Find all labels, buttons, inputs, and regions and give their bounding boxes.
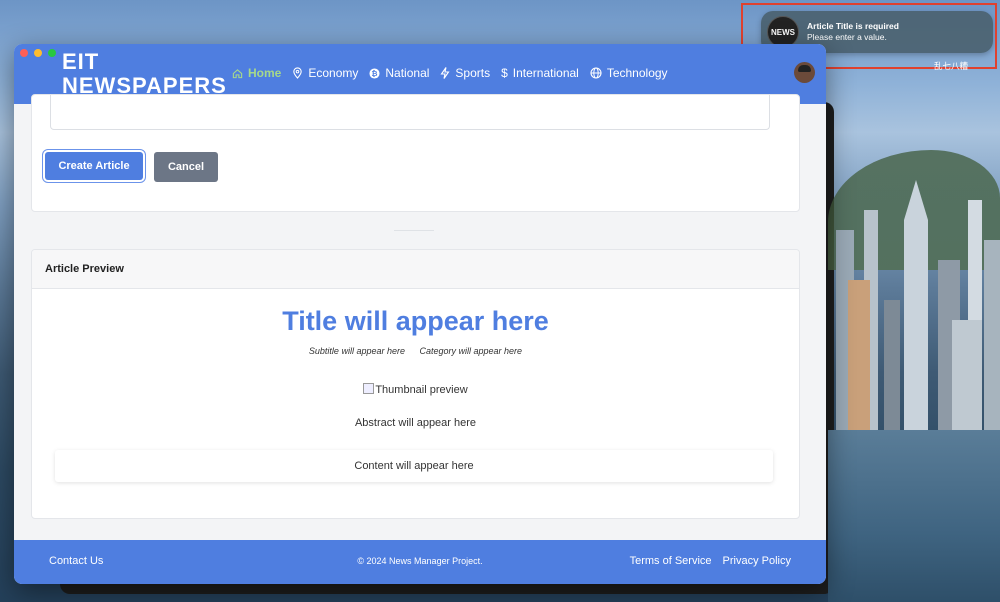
nav-item-international[interactable]: $ International	[501, 66, 579, 80]
content-textarea[interactable]	[50, 95, 770, 130]
nav-item-label: Economy	[308, 66, 359, 80]
brand-logo[interactable]: EIT NEWSPAPERS	[62, 50, 227, 98]
brand-line1: EIT	[62, 49, 100, 74]
footer-links: Terms of Service Privacy Policy	[630, 555, 791, 567]
nav-item-label: Home	[248, 66, 282, 80]
nav-item-national[interactable]: ₿ National	[369, 66, 429, 80]
article-form-card: Create Article Cancel	[31, 94, 800, 212]
desktop-water	[828, 430, 1000, 602]
thumbnail-alt-text: Thumbnail preview	[375, 384, 468, 396]
user-avatar[interactable]	[794, 62, 815, 83]
broken-image-icon	[363, 383, 375, 394]
desktop-user-label: 乱七八糟	[934, 61, 969, 71]
nav-item-label: National	[385, 66, 430, 80]
nav-item-home[interactable]: Home	[232, 66, 281, 80]
preview-content: Content will appear here	[55, 450, 773, 482]
nav-menu: Home Economy ₿ National Sports $ Interna…	[232, 66, 679, 80]
window-controls	[20, 49, 56, 57]
lightning-icon	[440, 67, 450, 79]
nav-item-label: International	[512, 66, 579, 80]
terms-link[interactable]: Terms of Service	[630, 555, 712, 567]
nav-item-sports[interactable]: Sports	[440, 66, 490, 80]
preview-thumbnail: Thumbnail preview	[32, 383, 799, 396]
nav-item-technology[interactable]: Technology	[590, 66, 668, 80]
close-window-button[interactable]	[20, 49, 28, 57]
preview-header: Article Preview	[32, 250, 799, 289]
privacy-link[interactable]: Privacy Policy	[723, 555, 791, 567]
section-divider	[394, 230, 434, 231]
preview-subtitle: Subtitle will appear here	[308, 346, 405, 356]
create-article-button[interactable]: Create Article	[45, 152, 143, 180]
location-pin-icon	[292, 67, 303, 79]
browser-window: EIT NEWSPAPERS Home Economy ₿ National S…	[14, 44, 826, 584]
article-preview-card: Article Preview Title will appear here S…	[31, 249, 800, 519]
desktop-skyline	[836, 180, 1000, 430]
globe-icon	[590, 67, 602, 79]
main-content: Create Article Cancel Article Preview Ti…	[14, 94, 826, 540]
dollar-icon: $	[501, 66, 508, 80]
preview-title: Title will appear here	[282, 306, 549, 336]
footer: Contact Us © 2024 News Manager Project. …	[14, 540, 826, 584]
nav-item-label: Technology	[606, 66, 668, 80]
preview-meta: Subtitle will appear here Category will …	[32, 346, 799, 356]
maximize-window-button[interactable]	[48, 49, 56, 57]
home-icon	[232, 68, 243, 79]
preview-category: Category will appear here	[419, 346, 523, 356]
cancel-button[interactable]: Cancel	[154, 152, 218, 182]
preview-abstract: Abstract will appear here	[354, 417, 477, 429]
nav-item-label: Sports	[455, 66, 491, 80]
minimize-window-button[interactable]	[34, 49, 42, 57]
nav-item-economy[interactable]: Economy	[292, 66, 358, 80]
svg-text:₿: ₿	[372, 68, 378, 77]
bitcoin-icon: ₿	[369, 67, 380, 79]
